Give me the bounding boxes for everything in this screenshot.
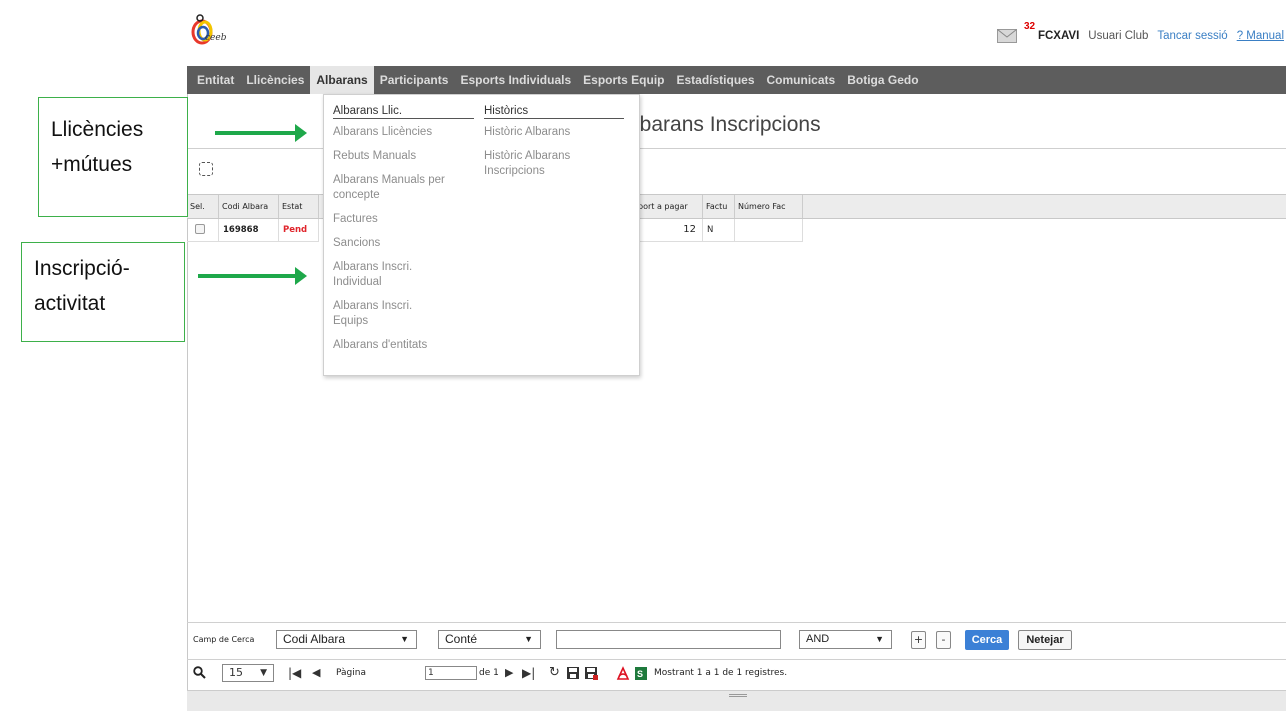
resize-grip[interactable]: [729, 694, 747, 697]
menu-item-albarans-inscri-individual[interactable]: Albarans Inscri. Individual: [333, 260, 433, 290]
mail-count-badge: 32: [1023, 21, 1036, 32]
first-page-icon[interactable]: |◀: [288, 665, 301, 681]
row-checkbox[interactable]: [195, 224, 205, 234]
callout-llicencies-line2: +mútues: [51, 153, 133, 176]
nav-estadistiques[interactable]: Estadístiques: [670, 66, 760, 94]
nav-esports-equip[interactable]: Esports Equip: [577, 66, 670, 94]
search-operator-select[interactable]: Conté ▼: [438, 630, 541, 649]
cell-import: 12: [635, 219, 703, 242]
logout-link[interactable]: Tancar sessió: [1157, 30, 1227, 42]
menu-item-sancions[interactable]: Sancions: [333, 236, 474, 251]
last-page-icon[interactable]: ▶|: [522, 665, 535, 681]
col-header-import[interactable]: port a pagar: [635, 195, 703, 218]
logo-text: ceeb: [205, 33, 227, 43]
footer-bar: [187, 690, 1286, 711]
next-page-icon[interactable]: ▶: [505, 665, 513, 681]
svg-text:S: S: [637, 669, 643, 679]
menu-item-albarans-entitats[interactable]: Albarans d'entitats: [333, 338, 474, 353]
dropdown-header-albarans-llic: Albarans Llic.: [333, 105, 474, 119]
col-header-estat[interactable]: Estat: [279, 195, 319, 218]
select-all-checkbox[interactable]: [199, 162, 213, 176]
row-select-cell: [187, 219, 219, 242]
menu-item-rebuts-manuals[interactable]: Rebuts Manuals: [333, 149, 474, 164]
menu-item-factures[interactable]: Factures: [333, 212, 474, 227]
clear-button[interactable]: Netejar: [1018, 630, 1072, 650]
dropdown-arrow-icon: ▼: [875, 634, 884, 644]
mail-icon[interactable]: 32: [996, 21, 1035, 43]
pager-bar: 15 ▼ |◀ ◀ Pàgina 1 de 1 ▶ ▶| ↻ S Mostrant…: [187, 659, 1286, 689]
page-size-value: 15: [229, 666, 243, 679]
menu-item-historic-albarans-inscripcions[interactable]: Històric Albarans Inscripcions: [484, 149, 594, 179]
save-icon[interactable]: [566, 666, 580, 680]
col-header-factu[interactable]: Factu: [703, 195, 735, 218]
nav-entitat[interactable]: Entitat: [191, 66, 240, 94]
search-logic-select[interactable]: AND ▼: [799, 630, 892, 649]
cell-numero: [735, 219, 803, 242]
search-operator-value: Conté: [445, 632, 478, 646]
menu-item-albarans-inscri-equips[interactable]: Albarans Inscri. Equips: [333, 299, 433, 329]
nav-botiga-gedo[interactable]: Botiga Gedo: [841, 66, 924, 94]
col-header-sel[interactable]: Sel.: [187, 195, 219, 218]
menu-item-historic-albarans[interactable]: Històric Albarans: [484, 125, 624, 140]
cell-codi: 169868: [219, 219, 279, 242]
remove-condition-button[interactable]: -: [936, 631, 951, 649]
page-label: Pàgina: [336, 668, 366, 678]
page-title: lbarans Inscripcions: [635, 113, 821, 136]
prev-page-icon[interactable]: ◀: [312, 665, 320, 681]
nav-esports-individuals[interactable]: Esports Individuals: [454, 66, 577, 94]
green-arrow: [215, 124, 307, 142]
cell-factu: N: [703, 219, 735, 242]
dropdown-arrow-icon: ▼: [524, 634, 533, 644]
dropdown-header-historics: Històrics: [484, 105, 624, 119]
search-field-value: Codi Albara: [283, 632, 346, 646]
col-header-codi-albara[interactable]: Codi Albara: [219, 195, 279, 218]
nav-participants[interactable]: Participants: [374, 66, 455, 94]
add-condition-button[interactable]: +: [911, 631, 926, 649]
menu-item-albarans-llicencies[interactable]: Albarans Llicències: [333, 125, 474, 140]
save-as-icon[interactable]: [584, 666, 598, 680]
search-button[interactable]: Cerca: [965, 630, 1009, 650]
search-label: Camp de Cerca: [193, 635, 255, 644]
header-user-area: 32 FCXAVI Usuari Club Tancar sessió ? Ma…: [996, 21, 1284, 43]
albarans-dropdown-menu: Albarans Llic. Albarans Llicències Rebut…: [323, 94, 640, 376]
dropdown-arrow-icon: ▼: [260, 668, 267, 678]
username: FCXAVI: [1037, 30, 1080, 42]
callout-inscripcio: Inscripció- activitat: [21, 242, 185, 342]
search-icon[interactable]: [193, 666, 206, 679]
callout-inscripcio-line1: Inscripció-: [34, 257, 130, 280]
nav-llicencies[interactable]: Llicències: [240, 66, 310, 94]
menu-item-albarans-manuals[interactable]: Albarans Manuals per concepte: [333, 173, 474, 203]
page-of-label: de 1: [479, 668, 499, 678]
nav-comunicats[interactable]: Comunicats: [761, 66, 842, 94]
dropdown-column-albarans-llic: Albarans Llic. Albarans Llicències Rebut…: [333, 105, 474, 362]
green-arrow: [198, 267, 307, 285]
page-size-select[interactable]: 15 ▼: [222, 664, 274, 682]
cell-estat: Pend: [279, 219, 319, 242]
callout-llicencies-line1: Llicències: [51, 118, 144, 141]
dropdown-column-historics: Històrics Històric Albarans Històric Alb…: [484, 105, 624, 188]
pdf-export-icon[interactable]: [616, 666, 630, 681]
nav-albarans[interactable]: Albarans: [310, 66, 374, 94]
page-number-input[interactable]: 1: [425, 666, 477, 680]
excel-export-icon[interactable]: S: [634, 666, 648, 681]
search-logic-value: AND: [806, 633, 830, 645]
main-navbar: Entitat Llicències Albarans Participants…: [187, 66, 1286, 94]
callout-llicencies: Llicències +mútues: [38, 97, 188, 217]
search-field-select[interactable]: Codi Albara ▼: [276, 630, 417, 649]
user-role: Usuari Club: [1088, 30, 1149, 42]
callout-inscripcio-line2: activitat: [34, 292, 106, 315]
search-value-input[interactable]: [556, 630, 781, 649]
search-bar: Camp de Cerca Codi Albara ▼ Conté ▼ AND ▼ +…: [187, 622, 1286, 654]
pager-status: Mostrant 1 a 1 de 1 registres.: [654, 668, 788, 678]
col-header-numero-fac[interactable]: Número Fac: [735, 195, 803, 218]
refresh-icon[interactable]: ↻: [549, 665, 560, 681]
manual-link[interactable]: ? Manual: [1237, 30, 1284, 42]
dropdown-arrow-icon: ▼: [400, 634, 409, 644]
